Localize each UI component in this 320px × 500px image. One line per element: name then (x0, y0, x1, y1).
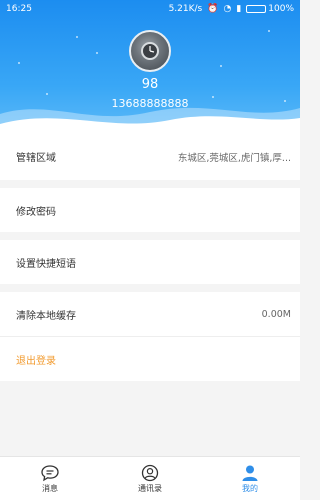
tab-messages[interactable]: 消息 (0, 457, 100, 500)
clear-cache-value: 0.00M (261, 308, 291, 320)
alarm-icon: ⏰ (207, 3, 219, 14)
chat-bubble-icon (41, 464, 59, 481)
network-speed: 5.21K/s (168, 3, 203, 14)
wifi-icon: ◔ (223, 3, 232, 14)
decorative-dot (18, 62, 20, 64)
decorative-dot (220, 65, 222, 67)
battery-percent: 100% (268, 3, 294, 14)
wave-decoration (0, 107, 300, 133)
change-password-row[interactable]: 修改密码 (0, 188, 300, 232)
decorative-dot (76, 36, 78, 38)
region-row[interactable]: 管辖区域 东城区,莞城区,虎门镇,厚... (0, 133, 300, 180)
clear-cache-row[interactable]: 清除本地缓存 0.00M (0, 292, 300, 336)
battery-icon (246, 4, 267, 13)
change-password-label: 修改密码 (16, 206, 56, 218)
user-name: 98 (141, 77, 159, 92)
tab-mine[interactable]: 我的 (200, 457, 300, 500)
person-icon (242, 465, 258, 481)
watch-icon (141, 42, 159, 60)
region-label: 管辖区域 (16, 153, 56, 164)
decorative-dot (96, 52, 98, 54)
tab-contacts-label: 通讯录 (138, 483, 162, 493)
decorative-dot (268, 30, 270, 32)
avatar[interactable] (129, 30, 171, 72)
tab-contacts[interactable]: 通讯录 (100, 457, 200, 500)
tab-mine-label: 我的 (242, 483, 258, 493)
bottom-nav: 消息 通讯录 我的 (0, 456, 300, 500)
logout-button[interactable]: 退出登录 (16, 352, 56, 367)
signal-icon: ▮ (236, 3, 242, 14)
settings-list: 管辖区域 东城区,莞城区,虎门镇,厚... 修改密码 设置快捷短语 清除本地缓存… (0, 133, 300, 381)
tab-messages-label: 消息 (42, 483, 58, 493)
battery: 100% (246, 4, 294, 14)
clear-cache-label: 清除本地缓存 (16, 310, 76, 322)
status-time: 16:25 (6, 3, 32, 14)
logout-row[interactable]: 退出登录 (0, 337, 300, 381)
profile-header: 98 13688888888 (0, 0, 300, 133)
contacts-icon (141, 464, 159, 481)
status-bar: 16:25 5.21K/s ⏰ ◔ ▮ 100% (0, 0, 300, 17)
quick-phrases-label: 设置快捷短语 (16, 258, 76, 270)
quick-phrases-row[interactable]: 设置快捷短语 (0, 240, 300, 284)
region-value: 东城区,莞城区,虎门镇,厚... (177, 152, 291, 164)
